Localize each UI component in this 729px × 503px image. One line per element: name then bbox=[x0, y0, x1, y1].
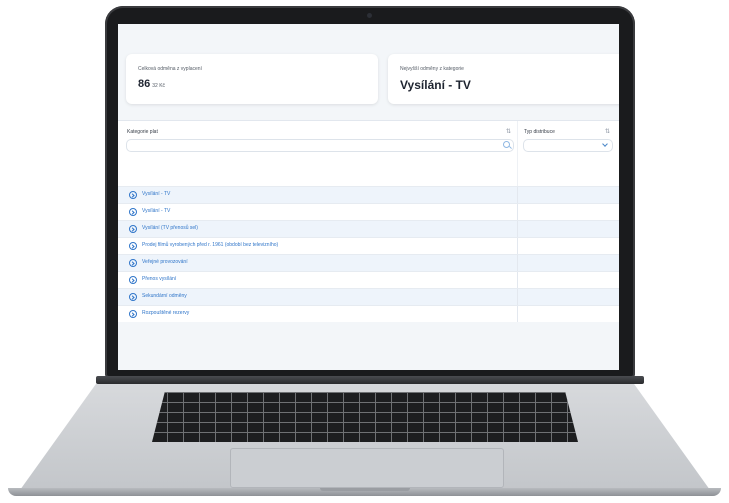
chevron-right-circle-icon[interactable] bbox=[129, 191, 137, 199]
laptop-frame: Celková odměna z vyplacení 86 32 Kč Nejvy… bbox=[0, 0, 729, 503]
distribution-column-header[interactable]: Typ distribuce bbox=[524, 129, 555, 135]
table-row[interactable]: Rozpouštěné rezervy bbox=[118, 305, 619, 322]
table-row[interactable]: Vysílání (TV přenosů sel) bbox=[118, 220, 619, 237]
chevron-right-circle-icon[interactable] bbox=[129, 225, 137, 233]
chevron-right-circle-icon[interactable] bbox=[129, 310, 137, 318]
total-reward-amount: 86 bbox=[138, 78, 151, 90]
total-reward-unit: 32 Kč bbox=[152, 83, 166, 89]
chevron-right-circle-icon[interactable] bbox=[129, 242, 137, 250]
app-screen: Celková odměna z vyplacení 86 32 Kč Nejvy… bbox=[118, 24, 619, 370]
table-row[interactable]: Vysílání - TV bbox=[118, 186, 619, 203]
filter-icon[interactable]: ⇅ bbox=[605, 128, 610, 135]
row-label[interactable]: Vysílání (TV přenosů sel) bbox=[142, 225, 198, 231]
total-reward-label: Celková odměna z vyplacení bbox=[138, 66, 202, 72]
chevron-right-circle-icon[interactable] bbox=[129, 208, 137, 216]
row-divider bbox=[517, 289, 518, 305]
top-category-card: Nejvyšší odměny z kategorie Vysílání - T… bbox=[388, 54, 619, 104]
total-reward-value: 86 32 Kč bbox=[138, 78, 165, 90]
laptop-hinge bbox=[96, 376, 644, 384]
chevron-right-circle-icon[interactable] bbox=[129, 293, 137, 301]
row-divider bbox=[517, 204, 518, 220]
row-label[interactable]: Vysílání - TV bbox=[142, 208, 170, 214]
camera-icon bbox=[367, 13, 372, 18]
search-icon[interactable] bbox=[503, 141, 510, 148]
row-label[interactable]: Veřejné provozování bbox=[142, 259, 188, 265]
table-row[interactable]: Prodej filmů vyrobených před r. 1961 (ob… bbox=[118, 237, 619, 254]
table-row[interactable]: Přenos vysílání bbox=[118, 271, 619, 288]
row-divider bbox=[517, 272, 518, 288]
column-divider bbox=[517, 121, 518, 187]
row-divider bbox=[517, 221, 518, 237]
trackpad bbox=[230, 448, 504, 488]
filter-icon[interactable]: ⇅ bbox=[506, 128, 511, 135]
laptop-lid: Celková odměna z vyplacení 86 32 Kč Nejvy… bbox=[105, 6, 635, 378]
category-table: Vysílání - TV Vysílání - TV Vysílání (TV… bbox=[118, 186, 619, 322]
category-column-header[interactable]: Kategorie plat bbox=[127, 129, 158, 135]
row-divider bbox=[517, 255, 518, 271]
row-label[interactable]: Prodej filmů vyrobených před r. 1961 (ob… bbox=[142, 242, 278, 248]
top-category-value: Vysílání - TV bbox=[400, 78, 471, 92]
chevron-down-icon[interactable] bbox=[602, 141, 608, 147]
row-divider bbox=[517, 306, 518, 322]
row-divider bbox=[517, 238, 518, 254]
table-row[interactable]: Vysílání - TV bbox=[118, 203, 619, 220]
distribution-type-select[interactable] bbox=[523, 139, 613, 152]
table-row[interactable]: Veřejné provozování bbox=[118, 254, 619, 271]
top-category-label: Nejvyšší odměny z kategorie bbox=[400, 66, 464, 72]
row-divider bbox=[517, 187, 518, 203]
row-label[interactable]: Sekundární odměny bbox=[142, 293, 187, 299]
row-label[interactable]: Přenos vysílání bbox=[142, 276, 176, 282]
row-label[interactable]: Vysílání - TV bbox=[142, 191, 170, 197]
row-label[interactable]: Rozpouštěné rezervy bbox=[142, 310, 189, 316]
table-row[interactable]: Sekundární odměny bbox=[118, 288, 619, 305]
total-reward-card: Celková odměna z vyplacení 86 32 Kč bbox=[126, 54, 378, 104]
laptop-notch bbox=[320, 488, 410, 491]
category-search-input[interactable] bbox=[126, 139, 514, 152]
chevron-right-circle-icon[interactable] bbox=[129, 259, 137, 267]
keyboard bbox=[152, 392, 578, 442]
chevron-right-circle-icon[interactable] bbox=[129, 276, 137, 284]
filter-panel: Kategorie plat ⇅ Typ distribuce ⇅ bbox=[118, 120, 619, 187]
